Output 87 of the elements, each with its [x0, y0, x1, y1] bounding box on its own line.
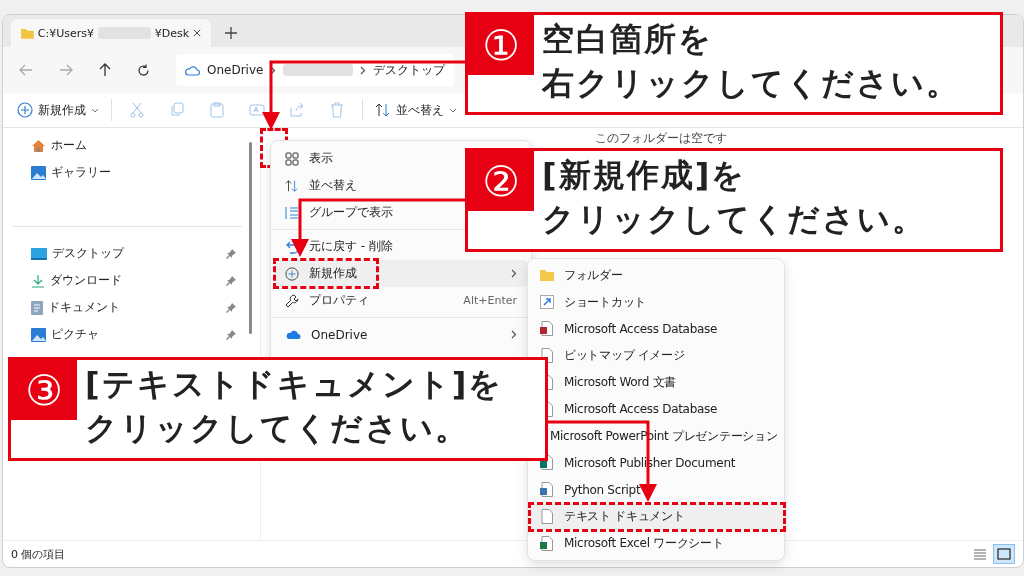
forward-icon[interactable]	[59, 64, 73, 76]
sort-button[interactable]: 並べ替え	[369, 98, 463, 122]
cut-icon	[129, 102, 145, 118]
empty-folder-message: このフォルダーは空です	[595, 131, 727, 145]
file-icon	[540, 321, 554, 337]
instruction-text: クリックしてください。	[542, 199, 926, 240]
sidebar-item[interactable]: デスクトップ	[3, 240, 260, 267]
step-number: ②	[468, 151, 534, 211]
list-icon	[285, 205, 299, 220]
menu-item[interactable]: ショートカット	[528, 288, 784, 316]
sidebar-item[interactable]: ピクチャ	[3, 321, 260, 348]
menu-item[interactable]: プロパティ Alt+Enter	[275, 287, 527, 314]
menu-item[interactable]: 表示	[275, 145, 460, 172]
pin-icon	[226, 329, 236, 340]
sort-icon	[285, 178, 299, 193]
chevron-down-icon	[449, 107, 457, 113]
breadcrumb[interactable]: デスクトップ	[373, 61, 446, 79]
tab-title: ¥Desk	[154, 26, 189, 40]
chevron-down-icon	[91, 107, 99, 113]
menu-item[interactable]: Python Script	[528, 476, 784, 504]
new-button[interactable]: 新規作成	[11, 98, 105, 122]
sidebar-item[interactable]: ホーム	[3, 132, 260, 159]
breadcrumb[interactable]: OneDrive	[207, 63, 264, 77]
picture-icon	[31, 327, 46, 342]
tile-icon	[997, 548, 1011, 560]
chevron-icon	[360, 65, 367, 75]
file-icon	[540, 535, 554, 551]
up-icon[interactable]	[99, 63, 111, 77]
item-count: 0 個の項目	[11, 546, 66, 562]
copy-icon	[169, 102, 185, 118]
tab-title: C:¥Users¥	[37, 26, 94, 40]
menu-item[interactable]: グループで表示	[275, 199, 460, 226]
wrench-icon	[285, 293, 299, 308]
download-icon	[31, 273, 45, 288]
trash-icon	[329, 102, 345, 118]
menu-item[interactable]: OneDrive	[275, 321, 527, 348]
pin-icon	[226, 302, 236, 313]
details-view-icon[interactable]	[973, 548, 987, 560]
plus-circle-icon	[17, 102, 33, 118]
menu-item[interactable]: テキスト ドキュメント	[528, 503, 784, 530]
desktop-icon	[31, 247, 47, 260]
file-icon	[540, 509, 554, 525]
picture-icon	[31, 165, 46, 180]
share-icon	[289, 102, 305, 118]
back-icon[interactable]	[19, 64, 33, 76]
plus-circle-icon	[285, 266, 299, 281]
cloud-icon	[184, 64, 200, 76]
folder-icon	[540, 267, 554, 283]
undo-icon	[285, 239, 299, 254]
instruction-text: [テキストドキュメント]を	[85, 364, 504, 405]
menu-item[interactable]: 並べ替え	[275, 172, 460, 199]
chevron-icon	[511, 330, 517, 339]
step-number: ③	[11, 360, 77, 420]
menu-item[interactable]: フォルダー	[528, 262, 784, 289]
instruction-text: 空白箇所を	[542, 19, 713, 60]
refresh-icon[interactable]	[137, 63, 150, 77]
house-icon	[31, 138, 46, 153]
address-bar[interactable]: OneDrive デスクトップ	[176, 54, 454, 86]
new-tab-icon[interactable]	[225, 27, 237, 39]
menu-item[interactable]: 新規作成	[275, 260, 527, 287]
menu-item[interactable]: Microsoft Access Database	[528, 315, 784, 343]
file-icon	[540, 482, 554, 498]
instruction-text: 右クリックしてください。	[542, 63, 960, 104]
document-icon	[31, 300, 43, 315]
step-number: ①	[468, 15, 534, 75]
redacted-block	[283, 64, 354, 76]
scrollbar[interactable]	[249, 142, 252, 334]
menu-item[interactable]: 元に戻す - 削除	[275, 233, 460, 260]
folder-tab[interactable]: C:¥Users¥ ¥Desk	[11, 19, 211, 47]
folder-icon	[21, 26, 34, 40]
instruction-text: クリックしてください。	[85, 408, 469, 449]
sort-icon	[375, 102, 391, 118]
shortcut-icon	[540, 294, 554, 310]
instruction-text: [新規作成]を	[542, 155, 747, 196]
sidebar-item[interactable]: ドキュメント	[3, 294, 260, 321]
rename-icon	[249, 102, 265, 118]
menu-item[interactable]: Microsoft Excel ワークシート	[528, 529, 784, 557]
sidebar-item[interactable]: ダウンロード	[3, 267, 260, 294]
sidebar-item[interactable]: ギャラリー	[3, 159, 260, 186]
grid-icon	[285, 151, 299, 166]
chevron-icon	[511, 269, 517, 278]
pin-icon	[226, 275, 236, 286]
cloud-icon	[285, 329, 301, 340]
tiles-view-button[interactable]	[993, 544, 1015, 564]
pin-icon	[226, 248, 236, 259]
clipboard-icon	[209, 102, 225, 118]
close-icon[interactable]	[193, 28, 201, 38]
